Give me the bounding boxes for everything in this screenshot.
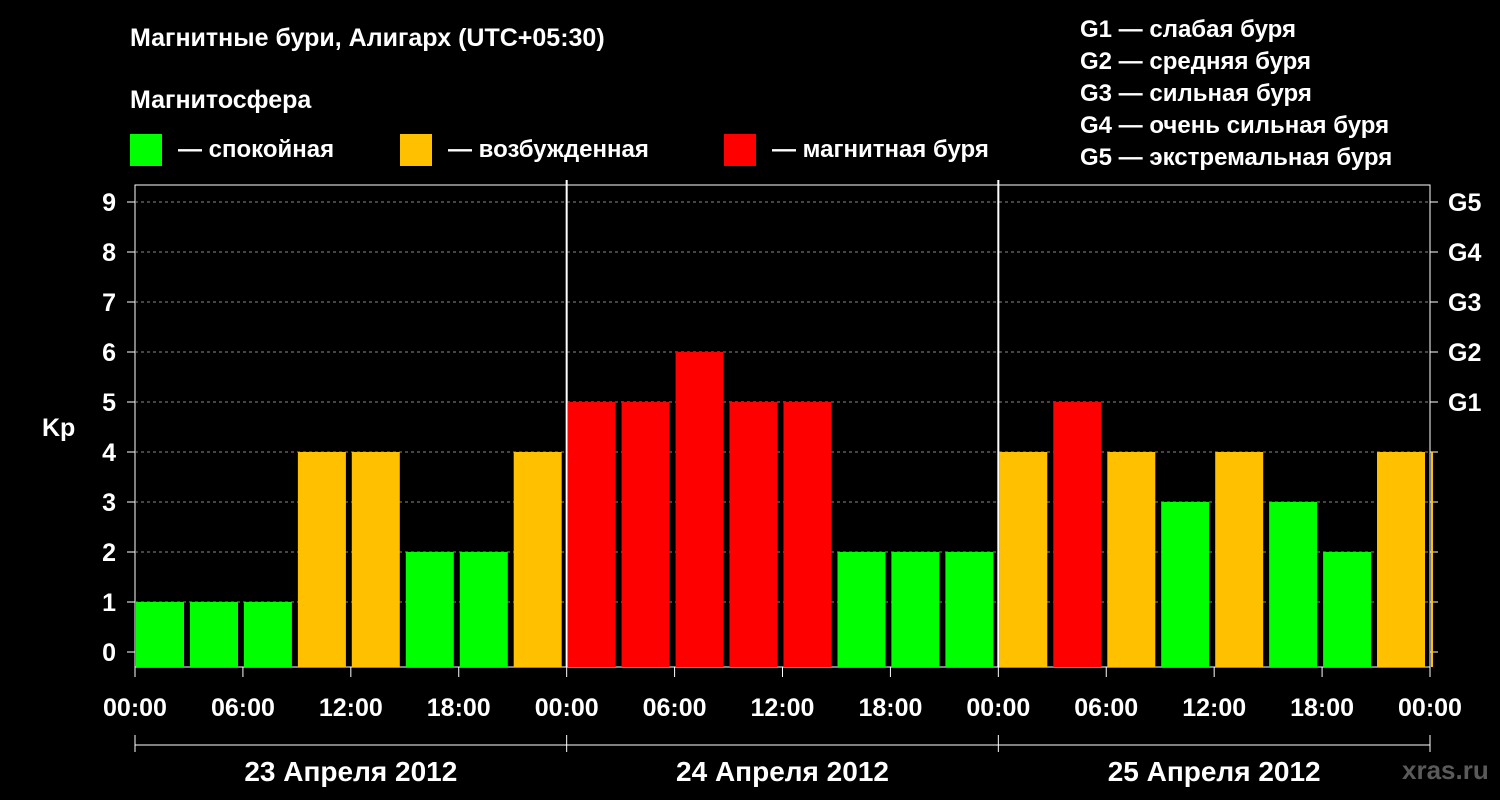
- x-tick-label: 18:00: [858, 694, 922, 722]
- y-tick-label: 6: [102, 339, 116, 367]
- kp-bar: [1107, 452, 1156, 667]
- y-tick-label: 9: [102, 189, 116, 217]
- kp-bar: [621, 402, 670, 667]
- watermark: xras.ru: [1402, 755, 1489, 785]
- kp-bar: [459, 552, 508, 667]
- kp-bar: [891, 552, 940, 667]
- kp-bar: [1053, 402, 1102, 667]
- x-tick-label: 00:00: [535, 694, 599, 722]
- right-axis-label-g3: G3: [1448, 289, 1481, 317]
- right-axis-label-g2: G2: [1448, 339, 1481, 367]
- kp-bar: [837, 552, 886, 667]
- kp-bar: [783, 402, 832, 667]
- x-tick-label: 06:00: [1074, 694, 1138, 722]
- kp-bar: [999, 452, 1048, 667]
- right-axis-label-g5: G5: [1448, 189, 1481, 217]
- x-tick-label: 06:00: [643, 694, 707, 722]
- y-tick-label: 2: [102, 539, 116, 567]
- x-tick-label: 18:00: [1290, 694, 1354, 722]
- kp-chart: 0 1 2 3 4 5 6 7 8 9 Kp G1 G2 G3 G4 G5 00:00 06:00 12:00 18:…: [42, 180, 1481, 787]
- kp-bar: [405, 552, 454, 667]
- kp-bar: [1377, 452, 1425, 667]
- kp-bar: [945, 552, 994, 667]
- x-tick-label: 18:00: [427, 694, 491, 722]
- x-tick-label: 12:00: [319, 694, 383, 722]
- y-tick-label: 5: [102, 389, 116, 417]
- kp-bar: [297, 452, 346, 667]
- y-axis-label: Kp: [42, 414, 75, 442]
- day-label: 23 Апреля 2012: [244, 756, 457, 787]
- kp-bar: [675, 352, 724, 667]
- x-tick-label: 12:00: [1182, 694, 1246, 722]
- x-tick-label: 00:00: [103, 694, 167, 722]
- kp-bar: [1323, 552, 1372, 667]
- kp-bar: [136, 602, 184, 667]
- x-tick-label: 00:00: [966, 694, 1030, 722]
- y-tick-label: 4: [102, 439, 116, 467]
- y-tick-label: 0: [102, 639, 116, 667]
- kp-bar: [1269, 502, 1318, 667]
- x-tick-label: 06:00: [211, 694, 275, 722]
- kp-bar: [243, 602, 292, 667]
- right-axis-label-g1: G1: [1448, 389, 1481, 417]
- y-tick-label: 8: [102, 239, 116, 267]
- day-label: 24 Апреля 2012: [676, 756, 889, 787]
- kp-bar: [1161, 502, 1210, 667]
- kp-bar: [513, 452, 562, 667]
- kp-bar: [1215, 452, 1264, 667]
- kp-bar: [567, 402, 616, 667]
- kp-bar: [1431, 452, 1433, 667]
- y-tick-label: 3: [102, 489, 116, 517]
- right-axis-label-g4: G4: [1448, 239, 1481, 267]
- kp-bar: [190, 602, 238, 667]
- kp-bar: [729, 402, 778, 667]
- kp-bar: [351, 452, 400, 667]
- day-label: 25 Апреля 2012: [1108, 756, 1321, 787]
- x-tick-label: 00:00: [1398, 694, 1462, 722]
- y-tick-label: 7: [102, 289, 116, 317]
- y-tick-label: 1: [102, 589, 116, 617]
- x-tick-label: 12:00: [751, 694, 815, 722]
